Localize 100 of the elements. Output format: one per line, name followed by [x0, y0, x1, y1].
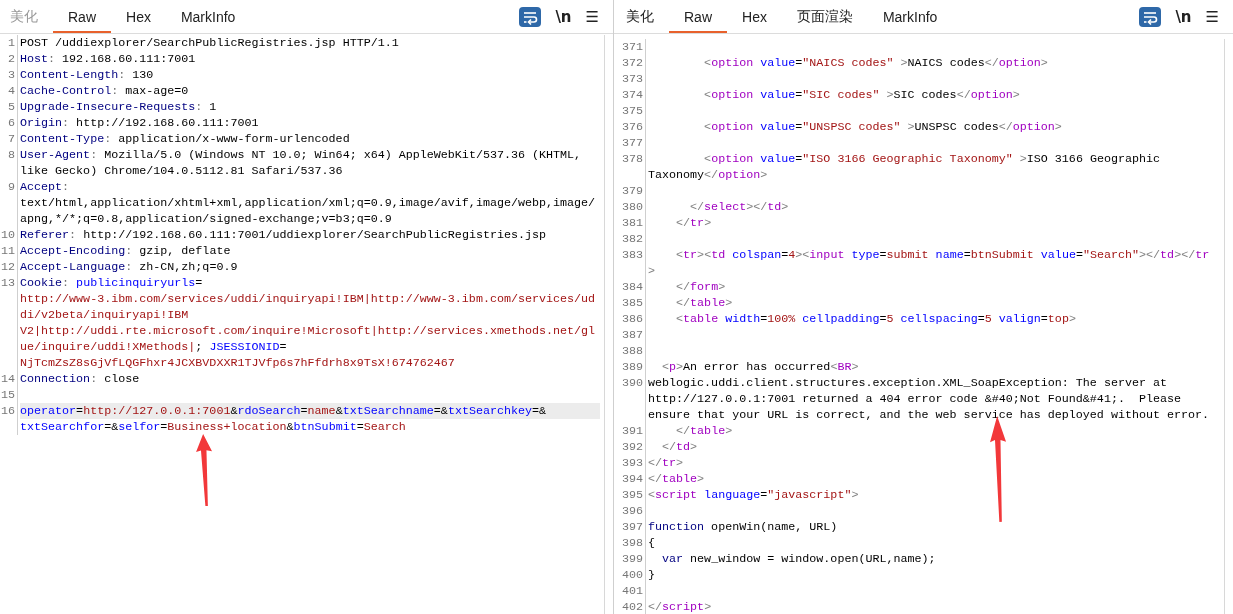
code-line: ue/inquire/uddi!XMethods|; JSESSIONID=: [20, 339, 288, 355]
code-line: </td>: [661, 439, 699, 455]
line-number: 388: [614, 343, 646, 359]
line-number: 16: [0, 403, 18, 435]
tab[interactable]: 页面渲染: [781, 3, 868, 33]
code-line: {: [648, 535, 656, 551]
code-line: <p>An error has occurred<BR>: [661, 359, 860, 375]
code-line: Connection: close: [20, 371, 141, 387]
line-number: 13: [0, 275, 18, 371]
code-line: </table>: [675, 423, 734, 439]
line-number: 400: [614, 567, 646, 583]
code-line: V2|http://uddi.rte.microsoft.com/inquire!Microsoft|http://services.xmethods.net/gl: [20, 323, 597, 339]
code-line: http://www-3.ibm.com/services/uddi/inquiryapi!IBM|http://www-3.ibm.com/services/ud: [20, 291, 597, 307]
line-number: 385: [614, 295, 646, 311]
code-line: </form>: [675, 279, 727, 295]
line-number: 15: [0, 387, 18, 403]
line-number: 5: [0, 99, 18, 115]
code-line: di/v2beta/inquiryapi!IBM: [20, 307, 190, 323]
code-line: function openWin(name, URL): [648, 519, 839, 535]
line-number: 10: [0, 227, 18, 243]
tab[interactable]: Hex: [727, 3, 782, 33]
line-number: 401: [614, 583, 646, 599]
line-number: 402: [614, 599, 646, 614]
line-number: 389: [614, 359, 646, 375]
tab[interactable]: Raw: [53, 3, 111, 33]
code-line: ensure that your URL is correct, and the web service has deployed without error.: [648, 407, 1211, 423]
line-number: 390: [614, 375, 646, 423]
line-number: 12: [0, 259, 18, 275]
code-line: </tr>: [675, 215, 713, 231]
code-line: User-Agent: Mozilla/5.0 (Windows NT 10.0; Win64; x64) AppleWebKit/537.36 (KHTML,: [20, 147, 583, 163]
code-line: </table>: [648, 471, 706, 487]
tab[interactable]: Raw: [669, 3, 727, 33]
menu-button[interactable]: ☰: [1205, 7, 1219, 26]
tab[interactable]: MarkInfo: [867, 3, 953, 33]
line-number: 386: [614, 311, 646, 327]
line-number: 4: [0, 83, 18, 99]
code-line: Accept-Encoding: gzip, deflate: [20, 243, 232, 259]
line-number: 377: [614, 135, 646, 151]
code-line: weblogic.uddi.client.structures.exception.XML_SoapException: The server at: [648, 375, 1168, 391]
code-line: Taxonomy</option>: [648, 167, 769, 183]
code-line: var new_window = window.open(URL,name);: [661, 551, 937, 567]
code-line: }: [648, 567, 656, 583]
line-number: 374: [614, 87, 646, 103]
code-line: Cache-Control: max-age=0: [20, 83, 190, 99]
code-line: <option value="SIC codes" >SIC codes</option>: [703, 87, 1021, 103]
line-number: 9: [0, 179, 18, 227]
line-number: 378: [614, 151, 646, 183]
code-line: http://127.0.0.1:7001 returned a 404 error code &#40;Not Found&#41;. Please: [648, 391, 1183, 407]
line-number: 394: [614, 471, 646, 487]
code-line: <option value="NAICS codes" >NAICS codes</option>: [703, 55, 1049, 71]
line-number: 14: [0, 371, 18, 387]
code-line: Host: 192.168.60.111:7001: [20, 51, 197, 67]
line-number: 371: [614, 39, 646, 55]
code-line: <table width=100% cellpadding=5 cellspacing=5 valign=top>: [675, 311, 1077, 327]
line-number: 384: [614, 279, 646, 295]
code-line: Accept:: [20, 179, 71, 195]
code-line: </select></td>: [689, 199, 790, 215]
code-line: NjTcmZsZ8sGjVfLQGFhxr4JCXBVDXXR1TJVfp6s7hFfdrh8x9TsX!674762467: [20, 355, 456, 371]
code-line: Cookie: publicinquiryurls=: [20, 275, 204, 291]
line-number: 3: [0, 67, 18, 83]
line-number: 381: [614, 215, 646, 231]
tab[interactable]: 美化: [616, 3, 669, 33]
line-number: 375: [614, 103, 646, 119]
code-line: like Gecko) Chrome/104.0.5112.81 Safari/537.36: [20, 163, 344, 179]
code-line: Referer: http://192.168.60.111:7001/uddiexplorer/SearchPublicRegistries.jsp: [20, 227, 548, 243]
code-line: Upgrade-Insecure-Requests: 1: [20, 99, 218, 115]
line-number: 383: [614, 247, 646, 279]
line-number: 6: [0, 115, 18, 131]
code-line: </tr>: [648, 455, 685, 471]
line-number: 1: [0, 35, 18, 51]
code-line: Content-Type: application/x-www-form-urlencoded: [20, 131, 351, 147]
code-line: <tr><td colspan=4><input type=submit name=btnSubmit value="Search"></td></tr: [675, 247, 1211, 263]
line-number: 372: [614, 55, 646, 71]
line-number: 379: [614, 183, 646, 199]
code-line: <option value="UNSPSC codes" >UNSPSC codes</option>: [703, 119, 1063, 135]
tab[interactable]: MarkInfo: [165, 3, 251, 33]
code-line: Origin: http://192.168.60.111:7001: [20, 115, 260, 131]
word-wrap-icon[interactable]: [1139, 6, 1162, 27]
newline-toggle[interactable]: \n: [555, 7, 572, 26]
newline-toggle[interactable]: \n: [1175, 7, 1192, 26]
line-number: 8: [0, 147, 18, 179]
tab[interactable]: Hex: [111, 3, 166, 33]
line-number: 399: [614, 551, 646, 567]
line-number: 396: [614, 503, 646, 519]
word-wrap-icon[interactable]: [519, 6, 542, 27]
line-number: 392: [614, 439, 646, 455]
code-line: Content-Length: 130: [20, 67, 155, 83]
code-line: </script>: [648, 599, 713, 614]
line-number: 397: [614, 519, 646, 535]
line-number: 7: [0, 131, 18, 147]
code-line: >: [648, 263, 656, 279]
code-line: apng,*/*;q=0.8,application/signed-exchange;v=b3;q=0.9: [20, 211, 393, 227]
code-line: text/html,application/xhtml+xml,application/xml;q=0.9,image/avif,image/webp,image/: [20, 195, 597, 211]
code-line: txtSearchfor=&selfor=Business+location&btnSubmit=Search: [20, 419, 407, 435]
code-line: </table>: [675, 295, 734, 311]
code-line: Accept-Language: zh-CN,zh;q=0.9: [20, 259, 239, 275]
line-number: 2: [0, 51, 18, 67]
menu-button[interactable]: ☰: [585, 7, 599, 26]
line-number: 376: [614, 119, 646, 135]
line-number: 11: [0, 243, 18, 259]
